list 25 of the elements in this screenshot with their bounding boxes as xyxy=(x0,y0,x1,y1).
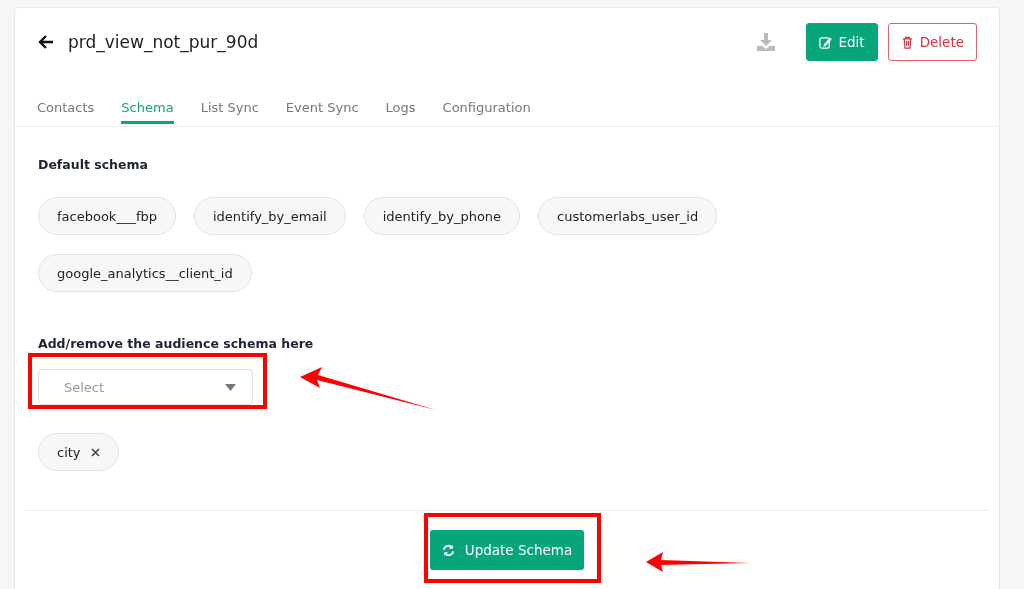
trash-icon xyxy=(900,35,914,49)
schema-chip: customerlabs_user_id xyxy=(538,197,718,235)
tab[interactable]: List Sync xyxy=(200,81,259,124)
edit-button[interactable]: Edit xyxy=(806,23,878,61)
chip-label: city xyxy=(57,444,81,460)
remove-icon[interactable] xyxy=(90,447,100,457)
edit-icon xyxy=(819,35,833,49)
schema-chip: identify_by_email xyxy=(193,197,346,235)
refresh-icon xyxy=(441,543,455,557)
delete-button[interactable]: Delete xyxy=(887,23,977,61)
schema-chip: identify_by_phone xyxy=(363,197,521,235)
schema-chip: google_analytics__client_id xyxy=(38,254,252,292)
tab[interactable]: Event Sync xyxy=(285,81,359,124)
tab[interactable]: Schema xyxy=(121,81,174,124)
update-schema-button[interactable]: Update Schema xyxy=(429,530,585,570)
back-arrow-icon[interactable] xyxy=(37,33,55,51)
page-title: prd_view_not_pur_90d xyxy=(68,32,260,52)
schema-chip: facebook___fbp xyxy=(38,197,176,235)
section-heading: Add/remove the audience schema here xyxy=(38,336,315,351)
caret-icon xyxy=(225,383,236,391)
tab[interactable]: Contacts xyxy=(37,81,95,124)
tab[interactable]: Configuration xyxy=(442,81,531,124)
select-dropdown[interactable]: Select xyxy=(38,369,253,405)
tab[interactable]: Logs xyxy=(385,81,416,124)
section-heading: Default schema xyxy=(38,157,149,172)
